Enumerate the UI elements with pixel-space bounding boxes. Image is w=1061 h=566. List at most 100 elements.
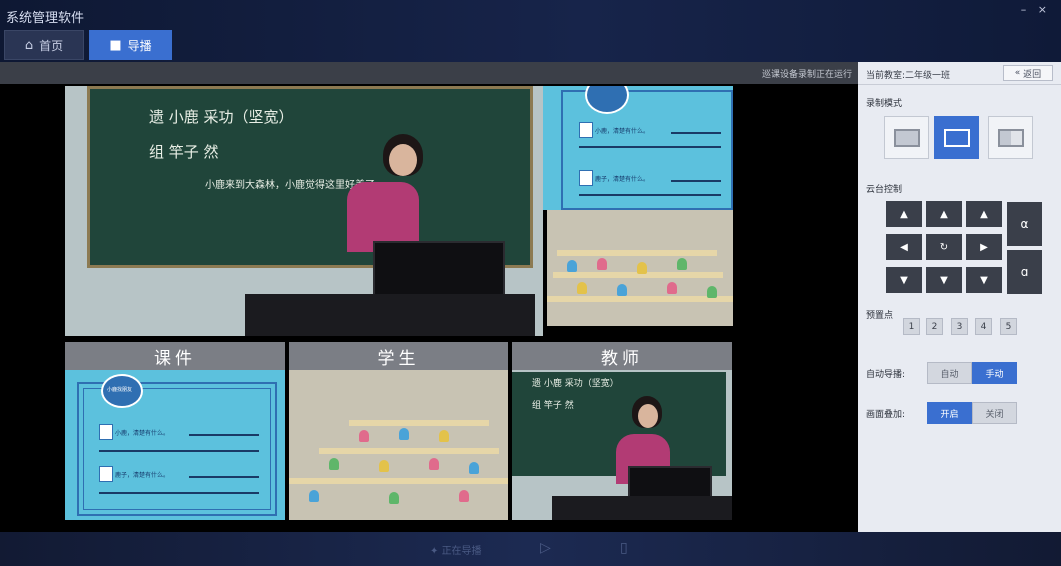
pip-q1-line2 — [579, 146, 721, 148]
src-student — [469, 462, 479, 474]
pip-courseware[interactable]: 小鹿，清楚有什么。 鹿子，清楚有什么。 — [543, 86, 733, 210]
pip-q2-text: 鹿子，清楚有什么。 — [595, 176, 650, 183]
preset-4-button[interactable]: 4 — [975, 318, 992, 335]
src-q1-text: 小鹿，清楚有什么。 — [115, 430, 170, 437]
pip-student — [637, 262, 647, 274]
pip-courseware-card — [561, 90, 733, 210]
status-bar: 巡课设备录制正在运行 — [0, 62, 858, 84]
layout-single-icon — [893, 128, 920, 147]
source-teacher[interactable]: 遗 小鹿 采功（坚宽） 组 竿子 然 — [512, 370, 732, 520]
preset-2-button[interactable]: 2 — [926, 318, 943, 335]
preset-3-button[interactable]: 3 — [951, 318, 968, 335]
pip-student — [707, 286, 717, 298]
tab-director-label: 导播 — [127, 38, 152, 53]
ptz-down-button[interactable]: ▼ — [926, 267, 962, 293]
ptz-right-button[interactable]: ▶ — [966, 234, 1002, 260]
src-student — [389, 492, 399, 504]
src-student — [439, 430, 449, 442]
classroom-title: 当前教室:二年级一班 — [866, 71, 951, 81]
src-badge-text: 小鹿找朋友 — [107, 387, 133, 393]
src-q2-text: 鹿子，清楚有什么。 — [115, 472, 170, 479]
tab-home-label: 首页 — [39, 38, 64, 53]
src-q1-line — [189, 434, 259, 436]
ptz-up-left-button[interactable]: ▲ — [886, 201, 922, 227]
back-button-label: 返回 — [1023, 69, 1042, 80]
bottom-status[interactable]: ✦ 正在导播 — [430, 542, 482, 557]
back-button[interactable]: « 返回 — [1003, 65, 1053, 81]
pip-q1-line — [671, 132, 721, 134]
blackboard-line-2: 组 竿子 然 — [149, 143, 219, 161]
auto-switch-auto-button[interactable]: 自动 — [927, 362, 972, 384]
overlay-on-button[interactable]: 开启 — [927, 402, 972, 424]
auto-switch-label: 自动导播: — [866, 370, 906, 380]
label-students: 学生 — [289, 342, 508, 370]
layout-single-button[interactable] — [884, 116, 929, 159]
window-controls[interactable]: – × — [1021, 3, 1051, 16]
teacher-face — [389, 144, 417, 176]
pip-student — [597, 258, 607, 270]
src-student — [429, 458, 439, 470]
pip-students[interactable] — [547, 210, 733, 326]
pip-q2-line — [671, 180, 721, 182]
app-title: 系统管理软件 — [6, 11, 85, 26]
overlay-label: 画面叠加: — [866, 410, 906, 420]
zoom-out-button[interactable]: ɑ — [1007, 250, 1042, 294]
layout-split-button[interactable] — [988, 116, 1033, 159]
auto-switch-manual-button[interactable]: 手动 — [972, 362, 1017, 384]
preset-label: 预置点 — [866, 311, 894, 321]
src-teacher-face — [638, 404, 658, 428]
zoom-in-button[interactable]: α — [1007, 202, 1042, 246]
src-q2-line2 — [99, 492, 259, 494]
src-student — [399, 428, 409, 440]
ptz-up-button[interactable]: ▲ — [926, 201, 962, 227]
src-podium — [552, 496, 732, 520]
src-board-line-2: 组 竿子 然 — [532, 401, 574, 411]
tab-home[interactable]: ⌂ 首页 — [4, 30, 84, 60]
label-teacher: 教师 — [512, 342, 732, 370]
preset-5-button[interactable]: 5 — [1000, 318, 1017, 335]
pip-q2-line2 — [579, 194, 721, 196]
pip-student — [577, 282, 587, 294]
panel-divider — [858, 84, 1061, 85]
camera-icon: ■ — [109, 37, 122, 53]
src-board-line-1: 遗 小鹿 采功（坚宽） — [532, 379, 619, 389]
record-mode-label: 录制模式 — [866, 99, 903, 109]
main-video[interactable]: 遗 小鹿 采功（坚宽） 组 竿子 然 小鹿来到大森林，小鹿觉得这里好美了。 — [65, 86, 543, 336]
source-courseware[interactable]: 小鹿找朋友 小鹿，清楚有什么。 鹿子，清楚有什么。 — [65, 370, 285, 520]
pip-student — [617, 284, 627, 296]
pip-q2-icon — [579, 170, 593, 186]
layout-pip-button[interactable] — [934, 116, 979, 159]
ptz-left-button[interactable]: ◀ — [886, 234, 922, 260]
src-student — [459, 490, 469, 502]
source-students[interactable] — [289, 370, 508, 520]
pip-student — [667, 282, 677, 294]
stop-icon[interactable]: ▯ — [620, 540, 628, 556]
play-icon[interactable]: ▷ — [540, 540, 551, 556]
title-bar: 系统管理软件 – × ⌂ 首页 ■ 导播 — [0, 0, 1061, 62]
tab-director[interactable]: ■ 导播 — [89, 30, 172, 60]
home-icon: ⌂ — [24, 37, 34, 53]
pip-student — [567, 260, 577, 272]
ptz-up-right-button[interactable]: ▲ — [966, 201, 1002, 227]
src-desk — [319, 448, 499, 454]
src-desk — [289, 478, 508, 484]
src-q1-icon — [99, 424, 113, 440]
layout-pip-icon — [943, 128, 970, 147]
pip-student — [677, 258, 687, 270]
bottom-bar: ✦ 正在导播 ▷ ▯ — [0, 532, 1061, 566]
overlay-off-button[interactable]: 关闭 — [972, 402, 1017, 424]
preset-1-button[interactable]: 1 — [903, 318, 920, 335]
record-icon: ✦ — [430, 546, 442, 557]
ptz-down-right-button[interactable]: ▼ — [966, 267, 1002, 293]
src-q1-line2 — [99, 450, 259, 452]
ptz-reset-button[interactable]: ↻ — [926, 234, 962, 260]
ptz-down-left-button[interactable]: ▼ — [886, 267, 922, 293]
video-stage: 遗 小鹿 采功（坚宽） 组 竿子 然 小鹿来到大森林，小鹿觉得这里好美了。 小鹿… — [0, 84, 858, 532]
pip-q1-text: 小鹿，清楚有什么。 — [595, 128, 650, 135]
src-q2-line — [189, 476, 259, 478]
pip-q1-icon — [579, 122, 593, 138]
ptz-label: 云台控制 — [866, 185, 903, 195]
src-desk — [349, 420, 489, 426]
bottom-status-label: 正在导播 — [441, 546, 482, 557]
src-student — [379, 460, 389, 472]
